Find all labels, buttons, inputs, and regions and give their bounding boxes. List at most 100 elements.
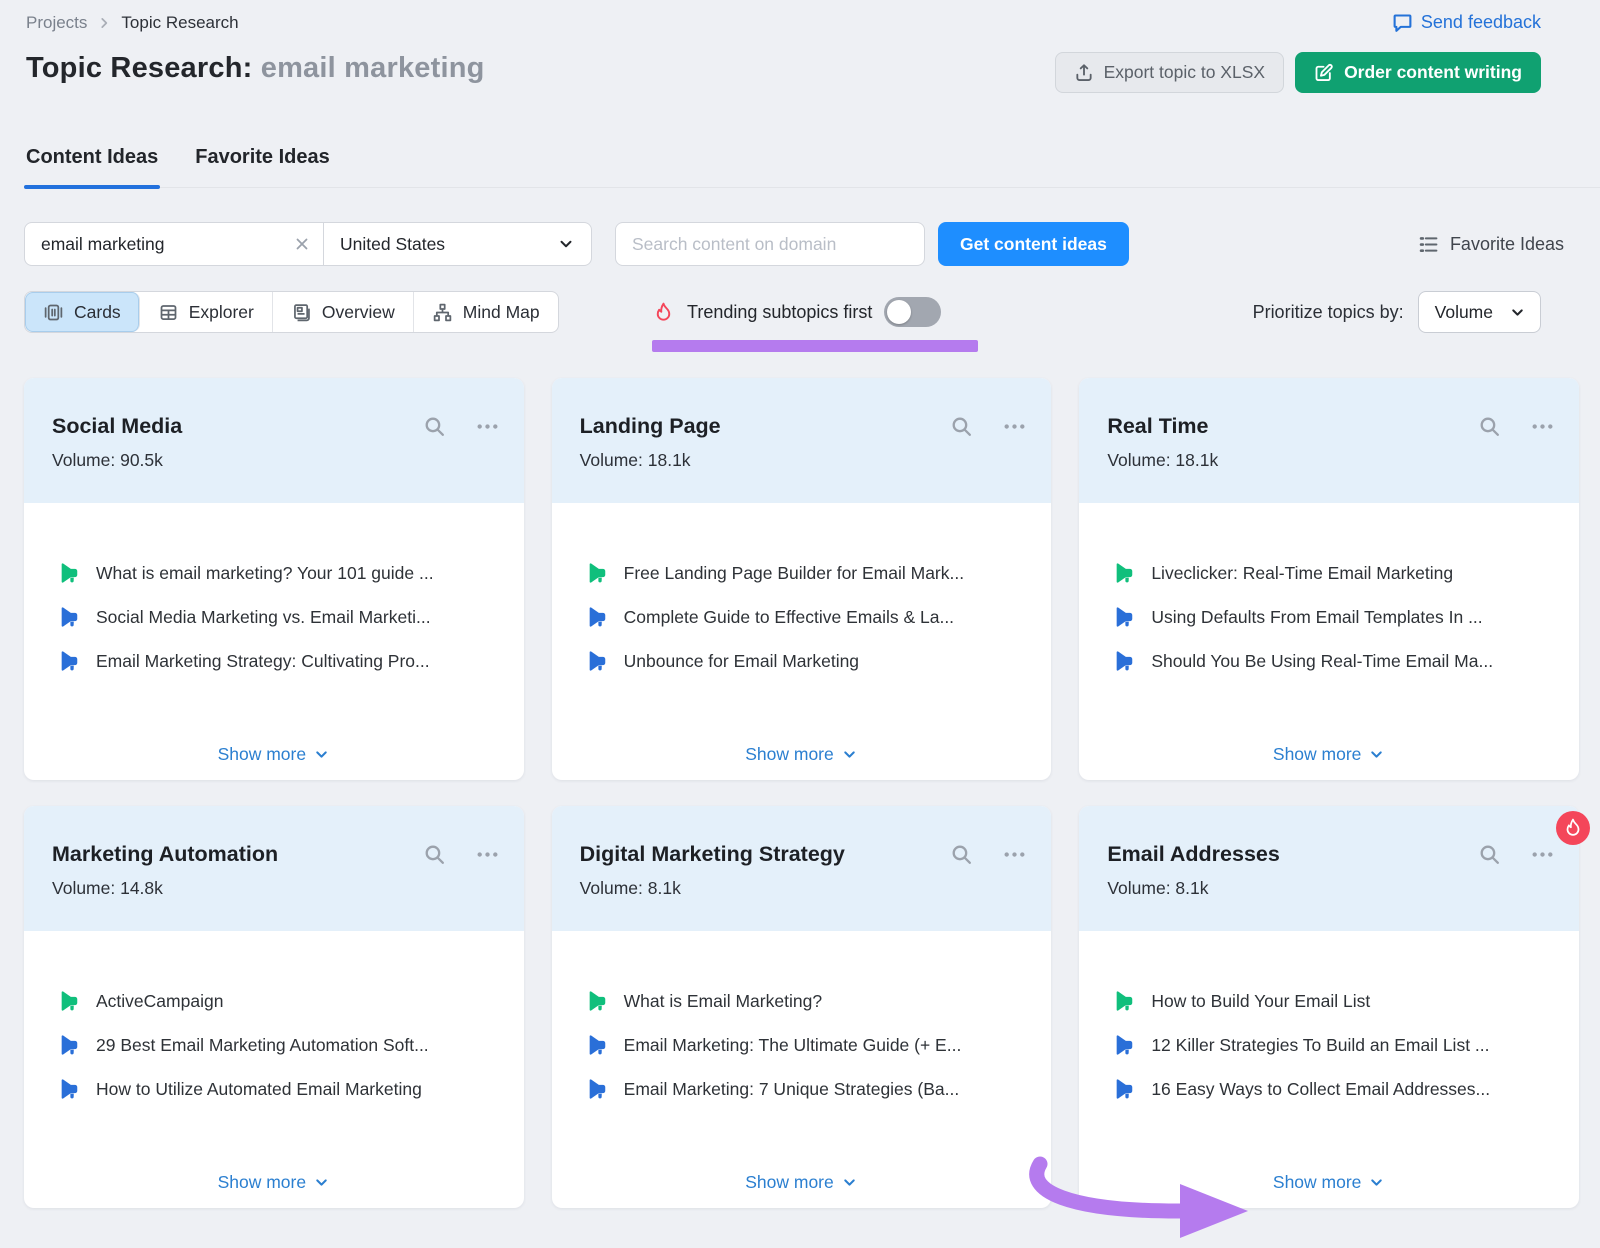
more-options-icon[interactable]	[1002, 414, 1027, 439]
search-icon[interactable]	[949, 842, 974, 867]
show-more-link[interactable]: Show more	[1079, 744, 1579, 765]
megaphone-icon	[1113, 606, 1135, 628]
headline-item[interactable]: Email Marketing: 7 Unique Strategies (Ba…	[586, 1077, 1032, 1101]
tab-bar: Content Ideas Favorite Ideas	[26, 146, 1600, 188]
tab-favorite-ideas[interactable]: Favorite Ideas	[195, 146, 330, 187]
search-icon[interactable]	[1477, 842, 1502, 867]
view-switcher: Cards Explorer Overview Mind Map	[24, 291, 559, 333]
search-row: email marketing United States Search con…	[24, 222, 1600, 266]
topic-card-marketing-automation: Marketing Automation Volume: 14.8k Activ…	[24, 806, 524, 1208]
keyword-input[interactable]: email marketing	[25, 234, 281, 255]
annotation-underline	[652, 340, 978, 352]
prioritize-select[interactable]: Volume	[1418, 291, 1541, 333]
headline-item[interactable]: How to Build Your Email List	[1113, 989, 1559, 1013]
megaphone-icon	[1113, 1078, 1135, 1100]
page-title-query: email marketing	[261, 52, 485, 84]
search-icon[interactable]	[1477, 414, 1502, 439]
megaphone-icon	[58, 606, 80, 628]
view-cards-button[interactable]: Cards	[25, 292, 140, 332]
megaphone-icon	[58, 990, 80, 1012]
megaphone-icon	[1113, 1034, 1135, 1056]
chevron-down-icon	[841, 746, 858, 763]
edit-pencil-icon	[1314, 63, 1334, 83]
topic-cards-grid: Social Media Volume: 90.5k What is email…	[24, 378, 1579, 1208]
show-more-link[interactable]: Show more	[24, 1172, 524, 1193]
more-options-icon[interactable]	[1002, 842, 1027, 867]
headline-item[interactable]: Email Marketing Strategy: Cultivating Pr…	[58, 649, 504, 673]
headline-item[interactable]: 29 Best Email Marketing Automation Soft.…	[58, 1033, 504, 1057]
headline-item[interactable]: How to Utilize Automated Email Marketing	[58, 1077, 504, 1101]
breadcrumb-projects[interactable]: Projects	[26, 13, 87, 33]
order-content-writing-button[interactable]: Order content writing	[1295, 52, 1541, 93]
megaphone-icon	[58, 650, 80, 672]
export-topic-button[interactable]: Export topic to XLSX	[1055, 52, 1284, 93]
megaphone-icon	[58, 1078, 80, 1100]
view-mindmap-button[interactable]: Mind Map	[414, 292, 558, 332]
headline-item[interactable]: Unbounce for Email Marketing	[586, 649, 1032, 673]
headline-item[interactable]: Email Marketing: The Ultimate Guide (+ E…	[586, 1033, 1032, 1057]
headline-item[interactable]: What is Email Marketing?	[586, 989, 1032, 1013]
headline-item[interactable]: Complete Guide to Effective Emails & La.…	[586, 605, 1032, 629]
topic-card-social-media: Social Media Volume: 90.5k What is email…	[24, 378, 524, 780]
topic-card-real-time: Real Time Volume: 18.1k Liveclicker: Rea…	[1079, 378, 1579, 780]
headline-item[interactable]: Liveclicker: Real-Time Email Marketing	[1113, 561, 1559, 585]
more-options-icon[interactable]	[1530, 842, 1555, 867]
headline-item[interactable]: Free Landing Page Builder for Email Mark…	[586, 561, 1032, 585]
more-options-icon[interactable]	[475, 414, 500, 439]
more-options-icon[interactable]	[1530, 414, 1555, 439]
prioritize-label: Prioritize topics by:	[1253, 302, 1404, 323]
megaphone-icon	[586, 562, 608, 584]
list-icon	[1418, 234, 1439, 255]
card-volume: Volume: 90.5k	[52, 450, 500, 471]
show-more-link[interactable]: Show more	[552, 1172, 1052, 1193]
toggle-knob	[887, 300, 911, 324]
megaphone-icon	[1113, 650, 1135, 672]
show-more-link[interactable]: Show more	[24, 744, 524, 765]
export-upload-icon	[1074, 63, 1094, 83]
show-more-link[interactable]: Show more	[552, 744, 1052, 765]
chevron-down-icon	[557, 235, 575, 253]
show-more-link[interactable]: Show more	[1079, 1172, 1579, 1193]
megaphone-icon	[586, 1034, 608, 1056]
megaphone-icon	[586, 990, 608, 1012]
megaphone-icon	[586, 606, 608, 628]
clear-keyword-icon[interactable]	[281, 235, 323, 253]
more-options-icon[interactable]	[475, 842, 500, 867]
search-icon[interactable]	[422, 842, 447, 867]
trending-fire-badge	[1556, 811, 1590, 845]
topic-card-landing-page: Landing Page Volume: 18.1k Free Landing …	[552, 378, 1052, 780]
breadcrumb-topic-research: Topic Research	[121, 13, 238, 33]
prioritize-group: Prioritize topics by: Volume	[1253, 291, 1541, 333]
trending-toggle-switch[interactable]	[884, 297, 941, 327]
sitemap-icon	[432, 302, 453, 323]
get-content-ideas-button[interactable]: Get content ideas	[938, 222, 1129, 266]
topic-card-digital-marketing-strategy: Digital Marketing Strategy Volume: 8.1k …	[552, 806, 1052, 1208]
headline-item[interactable]: Should You Be Using Real-Time Email Ma..…	[1113, 649, 1559, 673]
headline-item[interactable]: What is email marketing? Your 101 guide …	[58, 561, 504, 585]
headline-item[interactable]: 16 Easy Ways to Collect Email Addresses.…	[1113, 1077, 1559, 1101]
favorite-ideas-link[interactable]: Favorite Ideas	[1418, 222, 1564, 266]
chevron-right-icon	[97, 16, 111, 30]
headline-item[interactable]: 12 Killer Strategies To Build an Email L…	[1113, 1033, 1559, 1057]
view-explorer-button[interactable]: Explorer	[140, 292, 273, 332]
cards-icon	[43, 302, 64, 323]
top-bar: Projects Topic Research Send feedback	[26, 12, 1541, 33]
card-volume: Volume: 8.1k	[1107, 878, 1555, 899]
trending-toggle-group: Trending subtopics first	[652, 291, 941, 333]
domain-search-input[interactable]: Search content on domain	[615, 222, 925, 266]
tab-content-ideas[interactable]: Content Ideas	[26, 146, 158, 187]
controls-row: Cards Explorer Overview Mind Map Trendin…	[24, 291, 1600, 333]
view-overview-button[interactable]: Overview	[273, 292, 414, 332]
chat-bubble-icon	[1392, 12, 1413, 33]
page-title: Topic Research: email marketing	[26, 52, 485, 85]
headline-item[interactable]: ActiveCampaign	[58, 989, 504, 1013]
chevron-down-icon	[1368, 746, 1385, 763]
send-feedback-link[interactable]: Send feedback	[1392, 12, 1541, 33]
headline-item[interactable]: Using Defaults From Email Templates In .…	[1113, 605, 1559, 629]
chevron-down-icon	[313, 1174, 330, 1191]
country-select[interactable]: United States	[324, 234, 591, 255]
search-icon[interactable]	[949, 414, 974, 439]
flame-icon	[652, 301, 675, 324]
search-icon[interactable]	[422, 414, 447, 439]
headline-item[interactable]: Social Media Marketing vs. Email Marketi…	[58, 605, 504, 629]
